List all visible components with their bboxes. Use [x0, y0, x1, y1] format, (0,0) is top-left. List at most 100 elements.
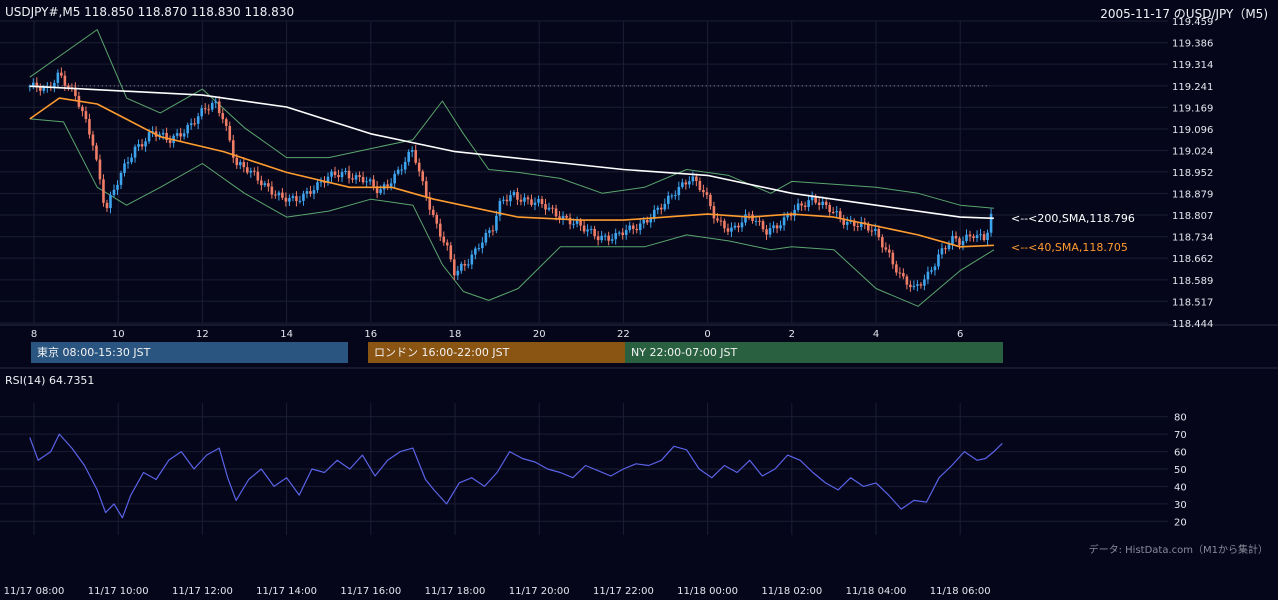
candle-body — [428, 197, 432, 210]
time-tick-label: 11/18 02:00 — [761, 586, 822, 597]
candle-body — [803, 205, 807, 207]
candle-body — [603, 235, 607, 237]
candle-body — [512, 192, 516, 196]
candle-body — [410, 150, 414, 152]
time-tick-label: 11/17 08:00 — [4, 586, 65, 597]
candle-body — [747, 214, 751, 216]
candle-body — [572, 223, 575, 225]
candle-body — [635, 228, 639, 231]
candle-body — [895, 264, 898, 273]
candle-body — [737, 225, 740, 228]
y-tick-label: 118.444 — [1172, 319, 1213, 330]
candle-body — [933, 266, 937, 271]
candle-body — [438, 223, 442, 237]
x-tick-label: 18 — [449, 329, 462, 340]
candle-body — [540, 199, 544, 205]
candle-body — [42, 87, 46, 91]
candle-body — [712, 206, 716, 219]
candle-body — [144, 141, 147, 147]
candle-body — [909, 284, 912, 288]
candle-body — [396, 169, 400, 174]
candle-body — [821, 201, 824, 206]
candle-body — [189, 123, 193, 126]
y-tick-label: 119.314 — [1172, 60, 1213, 71]
candle-body — [775, 225, 779, 229]
candle-body — [277, 192, 281, 196]
candle-body — [424, 181, 428, 198]
candle-body — [758, 220, 761, 222]
candle-body — [659, 207, 663, 210]
y-tick-label: 119.096 — [1172, 125, 1213, 136]
candle-body — [351, 178, 354, 180]
candle-body — [951, 235, 954, 245]
candle-body — [196, 116, 200, 124]
candle-body — [937, 254, 940, 267]
candle-body — [824, 201, 828, 205]
x-tick-label: 4 — [873, 329, 879, 340]
candle-body — [681, 182, 684, 187]
candle-body — [944, 248, 947, 250]
candle-body — [881, 237, 884, 248]
candle-body — [877, 228, 881, 238]
candle-body — [474, 248, 477, 255]
candle-body — [147, 132, 151, 142]
candle-body — [912, 285, 916, 288]
candle-body — [112, 189, 116, 196]
candle-body — [302, 193, 305, 201]
y-tick-label: 118.807 — [1172, 211, 1213, 222]
candle-body — [695, 176, 698, 181]
candle-body — [246, 167, 249, 173]
candle-body — [445, 242, 449, 246]
candle-body — [621, 232, 624, 235]
candle-body — [39, 87, 42, 91]
candle-body — [347, 170, 351, 179]
candle-body — [379, 189, 382, 193]
candle-body — [624, 230, 628, 235]
candle-body — [582, 225, 586, 232]
candle-body — [417, 162, 421, 172]
candle-body — [835, 211, 839, 213]
time-tick-label: 11/18 04:00 — [846, 586, 907, 597]
time-tick-label: 11/17 22:00 — [593, 586, 654, 597]
candle-body — [568, 217, 572, 225]
x-tick-label: 8 — [31, 329, 37, 340]
candle-body — [554, 208, 558, 217]
candle-body — [975, 235, 979, 239]
candle-body — [242, 162, 246, 168]
candle-body — [670, 195, 674, 197]
candle-body — [961, 240, 965, 246]
sma200-label: <--<200,SMA,118.796 — [1011, 212, 1135, 225]
candle-body — [989, 213, 993, 233]
candle-body — [249, 170, 253, 173]
candle-body — [923, 279, 926, 286]
time-tick-label: 11/18 06:00 — [930, 586, 991, 597]
candle-body — [481, 242, 484, 249]
candle-body — [845, 221, 849, 225]
candle-body — [452, 259, 456, 276]
candle-body — [81, 106, 84, 112]
candle-body — [133, 146, 137, 158]
candle-body — [224, 119, 228, 126]
candle-body — [393, 173, 396, 184]
rsi-y-tick-label: 30 — [1174, 500, 1187, 511]
candle-body — [744, 214, 747, 223]
candle-body — [421, 171, 425, 182]
bollinger-upper — [29, 29, 994, 209]
candle-body — [270, 186, 274, 195]
candle-body — [649, 218, 653, 223]
candle-body — [161, 132, 165, 135]
grid — [0, 20, 1278, 535]
candle-body — [407, 151, 410, 162]
candle-body — [565, 215, 568, 218]
session-tokyo: 東京 08:00-15:30 JST — [31, 342, 348, 363]
candle-body — [467, 264, 470, 266]
candle-body — [484, 232, 488, 243]
candle-body — [175, 133, 179, 136]
candle-body — [109, 195, 112, 209]
candle-body — [684, 182, 688, 185]
candle-body — [502, 199, 505, 201]
time-tick-label: 11/17 16:00 — [340, 586, 401, 597]
time-tick-label: 11/17 18:00 — [425, 586, 486, 597]
candle-body — [470, 254, 474, 265]
candle-body — [372, 179, 375, 187]
